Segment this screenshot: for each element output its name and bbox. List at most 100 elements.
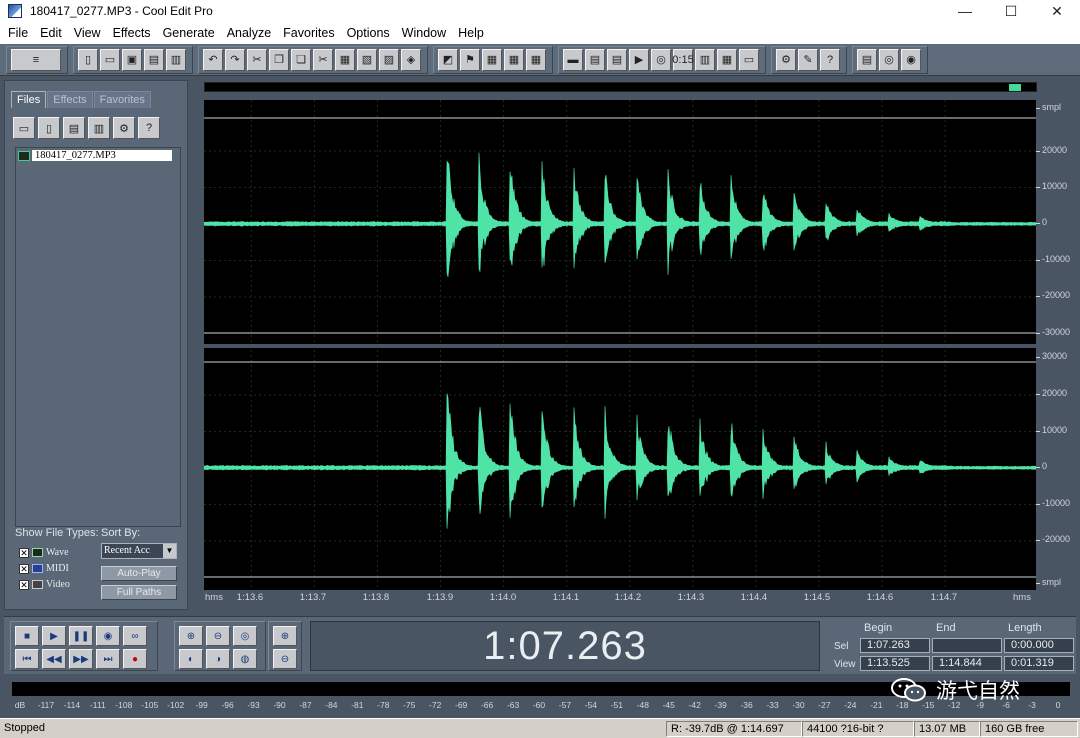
type-video-row[interactable]: ✕ Video: [19, 579, 70, 590]
copy-new-icon[interactable]: ❏: [291, 48, 311, 71]
copy-icon[interactable]: ❐: [269, 48, 289, 71]
cut-icon[interactable]: ✂: [247, 48, 267, 71]
tab-effects[interactable]: Effects: [47, 91, 93, 108]
file-list[interactable]: 180417_0277.MP3: [15, 147, 181, 527]
view-begin-field[interactable]: 1:13.525: [860, 656, 930, 671]
tab-favorites[interactable]: Favorites: [93, 91, 151, 108]
menu-window[interactable]: Window: [396, 26, 452, 40]
menu-view[interactable]: View: [68, 26, 107, 40]
playlist-icon[interactable]: ▦: [504, 48, 524, 71]
mix-paste-icon[interactable]: ▨: [379, 48, 399, 71]
zoom-full-icon[interactable]: ◉: [901, 48, 921, 71]
type-wave-row[interactable]: ✕ Wave: [19, 547, 69, 558]
view-end-field[interactable]: 1:14.844: [932, 656, 1002, 671]
new-file-icon[interactable]: ▯: [78, 48, 98, 71]
open-folder-icon[interactable]: ▭: [100, 48, 120, 71]
play-icon[interactable]: ▶: [42, 626, 66, 646]
play-to-end-icon[interactable]: ◉: [96, 626, 120, 646]
zoom-right-icon[interactable]: ◑: [206, 649, 230, 669]
overview-bar[interactable]: [204, 82, 1037, 92]
statistics-icon[interactable]: ▦: [717, 48, 737, 71]
vertical-zoom-controls: ⊕ ⊖: [268, 621, 302, 671]
zoom-left-icon[interactable]: ◐: [179, 649, 203, 669]
cue-list-icon[interactable]: ▦: [482, 48, 502, 71]
record-icon[interactable]: ●: [123, 649, 147, 669]
fast-forward-icon[interactable]: ▶▶: [69, 649, 93, 669]
sel-length-field[interactable]: 0:00.000: [1004, 638, 1074, 653]
type-video-checkbox[interactable]: ✕: [19, 579, 29, 590]
y-tick: 10000: [1036, 181, 1080, 191]
go-to-start-icon[interactable]: ⏮: [15, 649, 39, 669]
help-icon[interactable]: ?: [820, 48, 840, 71]
rewind-icon[interactable]: ◀◀: [42, 649, 66, 669]
grid-icon[interactable]: ▦: [526, 48, 546, 71]
organizer-icon[interactable]: ▤: [857, 48, 877, 71]
undo-icon[interactable]: ↶: [203, 48, 223, 71]
play-preview-icon[interactable]: ▶: [629, 48, 649, 71]
frames-icon[interactable]: ▥: [695, 48, 715, 71]
time-display-icon[interactable]: 0:15: [672, 48, 694, 71]
scissors-icon[interactable]: ✂: [313, 48, 333, 71]
find-icon[interactable]: ◎: [879, 48, 899, 71]
type-midi-row[interactable]: ✕ MIDI: [19, 563, 69, 574]
waveform-display[interactable]: [204, 100, 1036, 590]
close-button[interactable]: ✕: [1034, 0, 1080, 22]
zoom-in-icon[interactable]: ⊕: [179, 626, 203, 646]
full-paths-button[interactable]: Full Paths: [101, 585, 177, 600]
settings-icon[interactable]: ⚙: [776, 48, 796, 71]
trim-icon[interactable]: ◈: [401, 48, 421, 71]
minimize-button[interactable]: —: [942, 0, 988, 22]
loop-icon[interactable]: ∞: [123, 626, 147, 646]
menu-effects[interactable]: Effects: [107, 26, 157, 40]
options-icon[interactable]: ⚙: [113, 117, 135, 139]
view-position-thumb[interactable]: [1009, 84, 1021, 91]
info-icon[interactable]: ▤: [585, 48, 605, 71]
pause-icon[interactable]: ❚❚: [69, 626, 93, 646]
view-length-field[interactable]: 0:01.319: [1004, 656, 1074, 671]
properties-icon[interactable]: ▤: [607, 48, 627, 71]
save-all-icon[interactable]: ▤: [144, 48, 164, 71]
menu-analyze[interactable]: Analyze: [221, 26, 277, 40]
menu-file[interactable]: File: [2, 26, 34, 40]
paste-icon[interactable]: ▦: [335, 48, 355, 71]
maximize-button[interactable]: ☐: [988, 0, 1034, 22]
menu-favorites[interactable]: Favorites: [277, 26, 340, 40]
menu-edit[interactable]: Edit: [34, 26, 68, 40]
open-file-icon[interactable]: ▭: [13, 117, 35, 139]
tab-files[interactable]: Files: [11, 91, 47, 108]
save-icon[interactable]: ▣: [122, 48, 142, 71]
sort-select[interactable]: Recent Acc ▼: [101, 543, 177, 559]
sel-begin-field[interactable]: 1:07.263: [860, 638, 930, 653]
panel-help-icon[interactable]: ?: [138, 117, 160, 139]
multitrack-toggle-icon[interactable]: ≡: [11, 48, 61, 71]
paste-new-icon[interactable]: ▧: [357, 48, 377, 71]
marker-icon[interactable]: ⚑: [460, 48, 480, 71]
zoom-find-icon[interactable]: ◎: [651, 48, 671, 71]
app-icon: [8, 4, 22, 18]
menu-generate[interactable]: Generate: [157, 26, 221, 40]
type-midi-checkbox[interactable]: ✕: [19, 563, 29, 574]
zoom-out-icon[interactable]: ⊖: [206, 626, 230, 646]
stop-icon[interactable]: ■: [15, 626, 39, 646]
menu-help[interactable]: Help: [452, 26, 490, 40]
zoom-selection-icon[interactable]: ◍: [233, 649, 257, 669]
auto-play-button[interactable]: Auto-Play: [101, 566, 177, 581]
edit-note-icon[interactable]: ✎: [798, 48, 818, 71]
chevron-down-icon[interactable]: ▼: [163, 544, 176, 558]
edit-file-icon[interactable]: ▥: [88, 117, 110, 139]
menu-options[interactable]: Options: [341, 26, 396, 40]
zoom-full-icon[interactable]: ◎: [233, 626, 257, 646]
vertical-zoom-out-icon[interactable]: ⊖: [273, 649, 297, 669]
type-wave-checkbox[interactable]: ✕: [19, 547, 29, 558]
save-selection-icon[interactable]: ▥: [166, 48, 186, 71]
go-to-end-icon[interactable]: ⏭: [96, 649, 120, 669]
close-file-icon[interactable]: ▯: [38, 117, 60, 139]
vertical-zoom-in-icon[interactable]: ⊕: [273, 626, 297, 646]
waveform-view-icon[interactable]: ▬: [563, 48, 583, 71]
screen-icon[interactable]: ▭: [739, 48, 759, 71]
list-item[interactable]: 180417_0277.MP3: [18, 150, 172, 161]
redo-icon[interactable]: ↷: [225, 48, 245, 71]
spectral-view-icon[interactable]: ◩: [438, 48, 458, 71]
sel-end-field[interactable]: [932, 638, 1002, 653]
insert-icon[interactable]: ▤: [63, 117, 85, 139]
